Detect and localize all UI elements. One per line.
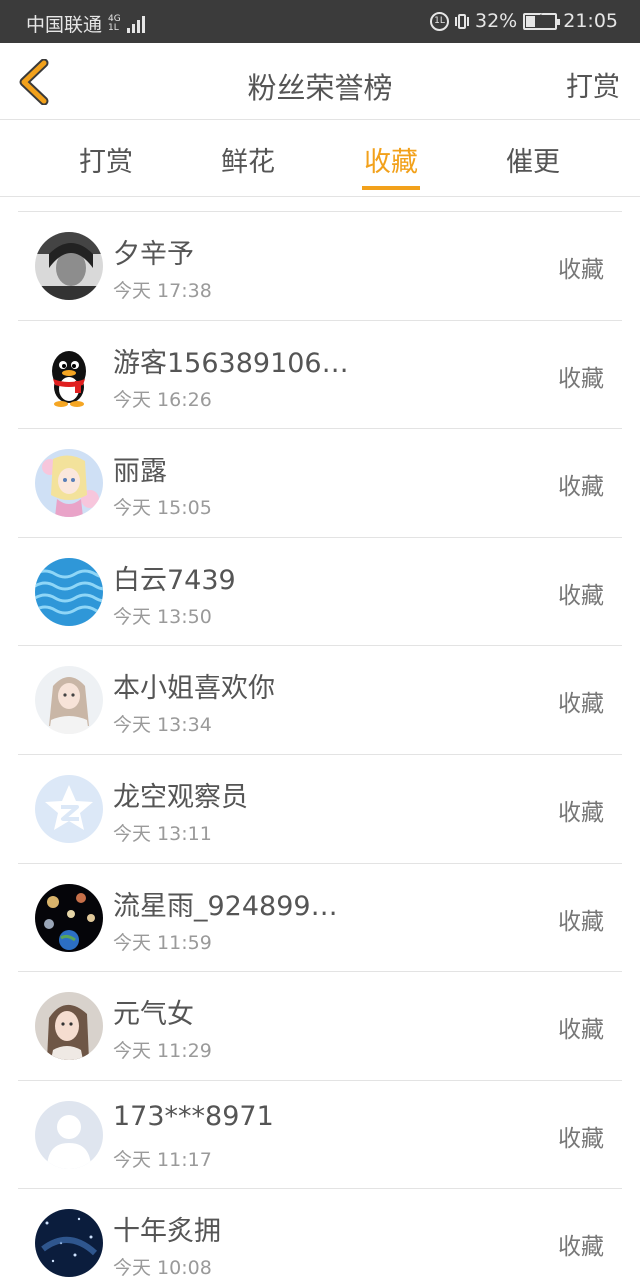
list-item[interactable]: 本小姐喜欢你 今天 13:34 收藏 [18, 646, 622, 755]
fan-name: 本小姐喜欢你 [113, 673, 275, 705]
fan-action-label: 收藏 [558, 1234, 604, 1261]
photo-avatar-icon [35, 232, 103, 300]
fan-time: 今天 16:26 [113, 388, 212, 411]
vibrate-icon [455, 13, 469, 29]
fan-name: 丽露 [113, 456, 167, 488]
fan-action-label: 收藏 [558, 1017, 604, 1044]
fan-action-label: 收藏 [558, 691, 604, 718]
reward-button[interactable]: 打赏 [566, 65, 620, 104]
signal-icon [126, 15, 145, 33]
fan-action-label: 收藏 [558, 908, 604, 935]
fan-name: 173***8971 [113, 1100, 274, 1132]
fan-time: 今天 15:05 [113, 497, 212, 520]
fan-name: 夕辛予 [113, 239, 194, 270]
hd-call-icon: 1L [430, 11, 449, 31]
fan-name: 龙空观察员 [113, 781, 248, 813]
fan-list: 夕辛予 今天 17:38 收藏 游客1563891062... 今天 16:26… [18, 211, 622, 1280]
tab-favorites[interactable]: 收藏 [331, 140, 451, 179]
fan-name: 白云7439 [113, 564, 236, 596]
fan-name: 流星雨_924899288 [113, 890, 353, 922]
fan-time: 今天 11:17 [113, 1148, 212, 1171]
list-item[interactable]: 十年炙拥 今天 10:08 收藏 [18, 1189, 622, 1280]
fan-time: 今天 10:08 [113, 1257, 212, 1280]
qzone-star-avatar-icon [35, 774, 103, 843]
fan-name: 十年炙拥 [113, 1216, 221, 1248]
night-sky-avatar-icon [35, 1209, 103, 1278]
tab-bar: 打赏 鲜花 收藏 催更 [0, 120, 640, 197]
fan-time: 今天 11:59 [113, 931, 212, 954]
tab-flowers[interactable]: 鲜花 [188, 140, 308, 179]
list-item[interactable]: 龙空观察员 今天 13:11 收藏 [18, 755, 622, 864]
charging-bolt-icon: ⚡ [534, 11, 544, 27]
status-bar: 中国联通 4G 1L 1L 32% ⚡ 21:05 [0, 0, 640, 43]
fan-time: 今天 13:50 [113, 605, 212, 628]
girl-avatar-icon [35, 992, 103, 1061]
fan-action-label: 收藏 [558, 582, 604, 609]
battery-charging-icon: ⚡ [523, 11, 561, 30]
clock: 21:05 [563, 10, 618, 32]
fan-time: 今天 13:34 [113, 714, 212, 737]
list-item[interactable]: 游客1563891062... 今天 16:26 收藏 [18, 321, 622, 430]
list-item[interactable]: 流星雨_924899288 今天 11:59 收藏 [18, 864, 622, 973]
list-item[interactable]: 元气女 今天 11:29 收藏 [18, 972, 622, 1081]
fan-name: 游客1563891062... [113, 347, 353, 379]
carrier-label: 中国联通 [26, 14, 103, 36]
battery-percent: 32% [475, 10, 518, 32]
avatar[interactable] [35, 992, 103, 1061]
avatar[interactable] [35, 449, 103, 518]
penguin-avatar-icon [35, 340, 103, 409]
default-user-avatar-icon [35, 1100, 103, 1169]
avatar[interactable] [35, 1100, 103, 1169]
fan-time: 今天 17:38 [113, 280, 212, 302]
fan-action-label: 收藏 [558, 799, 604, 826]
list-item[interactable]: 白云7439 今天 13:50 收藏 [18, 538, 622, 647]
fan-action-label: 收藏 [558, 257, 604, 283]
status-left: 中国联通 4G 1L [26, 10, 145, 37]
app-header: 粉丝荣誉榜 打赏 [0, 43, 640, 120]
fan-time: 今天 13:11 [113, 822, 212, 845]
tab-reward[interactable]: 打赏 [46, 140, 166, 179]
anime-avatar-icon [35, 449, 103, 518]
avatar[interactable] [35, 666, 103, 735]
avatar[interactable] [35, 883, 103, 952]
fan-action-label: 收藏 [558, 474, 604, 501]
fan-time: 今天 11:29 [113, 1040, 212, 1063]
planets-avatar-icon [35, 883, 103, 952]
avatar[interactable] [35, 557, 103, 626]
network-type-icon: 4G 1L [108, 13, 121, 33]
list-item[interactable]: 丽露 今天 15:05 收藏 [18, 429, 622, 538]
girl-avatar-icon [35, 666, 103, 735]
avatar[interactable] [35, 340, 103, 409]
page-title: 粉丝荣誉榜 [247, 71, 393, 105]
status-right: 1L 32% ⚡ 21:05 [430, 10, 618, 32]
avatar[interactable] [35, 232, 103, 300]
avatar[interactable] [35, 774, 103, 843]
fan-action-label: 收藏 [558, 1125, 604, 1152]
list-item[interactable]: 夕辛予 今天 17:38 收藏 [18, 212, 622, 321]
avatar[interactable] [35, 1209, 103, 1278]
water-avatar-icon [35, 557, 103, 626]
tab-urge-update[interactable]: 催更 [473, 140, 593, 179]
fan-name: 元气女 [113, 999, 194, 1031]
list-item[interactable]: 173***8971 今天 11:17 收藏 [18, 1081, 622, 1190]
active-tab-indicator [362, 186, 420, 190]
fan-action-label: 收藏 [558, 365, 604, 392]
